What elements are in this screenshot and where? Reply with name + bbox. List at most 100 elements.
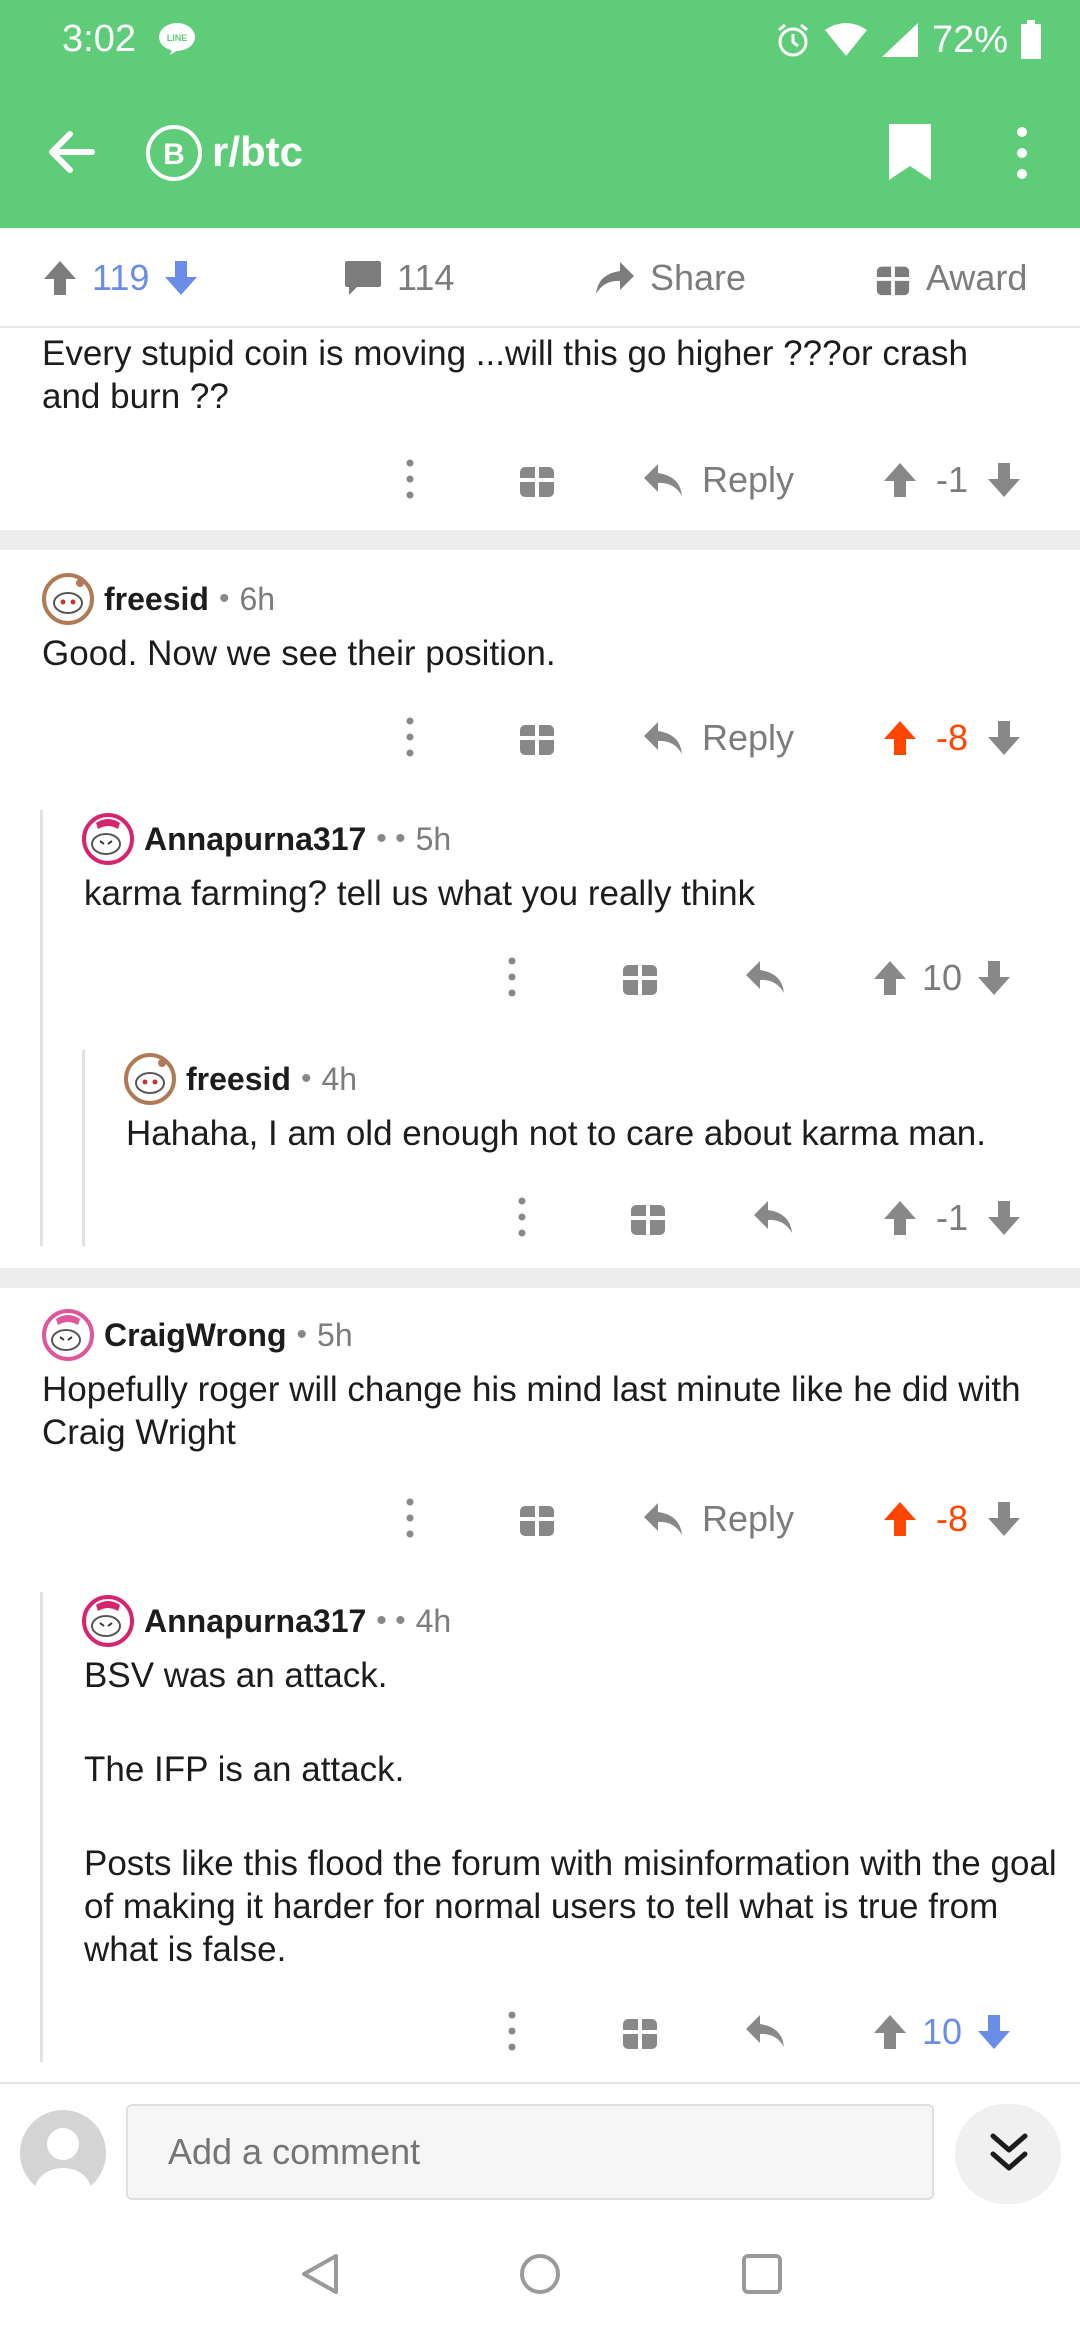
comment-score: -1 — [935, 1197, 968, 1238]
reply-label: Reply — [702, 459, 795, 500]
thread-divider — [0, 530, 1080, 550]
reply-arrow-icon[interactable] — [744, 2013, 786, 2049]
post-vote: 119 — [42, 228, 199, 328]
downvote-icon[interactable] — [986, 461, 1022, 499]
comment-input[interactable] — [126, 2104, 934, 2200]
gift-icon[interactable] — [620, 2011, 660, 2051]
gift-icon — [876, 266, 910, 296]
downvote-icon[interactable] — [976, 2013, 1012, 2051]
comment-count: 114 — [397, 257, 455, 298]
comment-age: 4h — [415, 1602, 452, 1639]
share-arrow-icon — [596, 262, 634, 294]
more-vert-icon[interactable] — [502, 2009, 522, 2053]
status-bar: 3:02 LINE 72% — [0, 0, 1080, 80]
upvote-icon[interactable] — [882, 1500, 918, 1538]
comment-score: 10 — [922, 2011, 963, 2052]
comment-actions: 10 — [0, 1996, 1080, 2066]
award-button[interactable]: Award — [874, 228, 1027, 328]
post-upvote-count: 119 — [92, 257, 150, 298]
upvote-icon[interactable] — [872, 2013, 908, 2051]
more-vert-icon[interactable] — [1000, 122, 1044, 184]
comment-meta: Annapurna317 • • 5h — [82, 813, 451, 865]
upvote-icon[interactable] — [882, 719, 918, 757]
upvote-icon[interactable] — [882, 1199, 918, 1237]
alarm-icon — [777, 23, 808, 57]
avatar[interactable] — [42, 1309, 94, 1361]
downvote-icon[interactable] — [976, 959, 1012, 997]
comment-body: Every stupid coin is moving ...will this… — [42, 334, 968, 416]
award-label: Award — [926, 257, 1028, 298]
comment-body-paragraph: BSV was an attack. — [84, 1656, 388, 1695]
share-label: Share — [650, 257, 747, 298]
reply-arrow-icon — [644, 722, 682, 754]
jump-to-next-button[interactable] — [955, 2104, 1061, 2204]
downvote-icon[interactable] — [986, 1199, 1022, 1237]
gift-icon[interactable] — [620, 957, 660, 997]
battery-percent: 72% — [931, 18, 1008, 61]
username[interactable]: freesid — [186, 1061, 291, 1098]
username[interactable]: Annapurna317 — [144, 1603, 366, 1640]
username[interactable]: freesid — [104, 581, 209, 618]
comment-vote: 10 — [872, 957, 1012, 999]
comment-vote: -1 — [882, 459, 1022, 501]
avatar[interactable] — [124, 1053, 176, 1105]
share-button[interactable]: Share — [594, 228, 746, 328]
comment-meta: Annapurna317 • • 4h — [82, 1595, 452, 1647]
comment-actions: -1 — [0, 1182, 1080, 1252]
back-nav-icon[interactable] — [298, 2252, 342, 2296]
reply-arrow-icon — [644, 1503, 682, 1535]
downvote-icon[interactable] — [986, 1500, 1022, 1538]
upvote-icon[interactable] — [872, 959, 908, 997]
gift-icon[interactable] — [517, 717, 557, 757]
reply-button[interactable]: Reply — [642, 1498, 794, 1540]
username[interactable]: Annapurna317 — [144, 821, 366, 858]
downvote-icon[interactable] — [986, 719, 1022, 757]
comment-body: Good. Now we see their position. — [42, 634, 556, 673]
upvote-icon[interactable] — [882, 461, 918, 499]
comment-meta: freesid • 4h — [124, 1053, 358, 1105]
reply-label: Reply — [702, 717, 795, 758]
more-vert-icon[interactable] — [502, 955, 522, 999]
bitcoin-icon: B — [146, 125, 202, 181]
back-arrow-icon[interactable] — [42, 122, 102, 182]
avatar[interactable] — [42, 573, 94, 625]
comment-body: Hopefully roger will change his mind las… — [42, 1370, 1021, 1452]
recents-nav-icon[interactable] — [740, 2252, 784, 2296]
gift-icon[interactable] — [517, 1498, 557, 1538]
status-time: 3:02 — [62, 18, 136, 60]
more-vert-icon[interactable] — [400, 457, 420, 501]
comment-meta: freesid • 6h — [42, 573, 275, 625]
line-icon: LINE — [159, 23, 195, 55]
avatar[interactable] — [82, 1595, 134, 1647]
comment-body-paragraph: The IFP is an attack. — [84, 1750, 405, 1789]
home-nav-icon[interactable] — [518, 2252, 562, 2296]
downvote-icon[interactable] — [163, 259, 199, 297]
reply-button[interactable]: Reply — [642, 717, 794, 759]
comment-body: karma farming? tell us what you really t… — [84, 874, 756, 913]
comment-age: 4h — [321, 1060, 358, 1097]
more-vert-icon[interactable] — [512, 1195, 532, 1239]
system-nav-bar — [0, 2204, 1080, 2340]
comment-score: -1 — [935, 459, 968, 500]
reply-button[interactable]: Reply — [642, 459, 794, 501]
gift-icon[interactable] — [517, 459, 557, 499]
comments-button[interactable]: 114 — [343, 228, 454, 328]
avatar[interactable] — [82, 813, 134, 865]
user-avatar[interactable] — [20, 2110, 106, 2196]
thread-line — [40, 810, 43, 1246]
reply-arrow-icon[interactable] — [752, 1199, 794, 1235]
gift-icon[interactable] — [628, 1197, 668, 1237]
reply-arrow-icon[interactable] — [744, 959, 786, 995]
svg-text:B: B — [163, 138, 185, 171]
reply-label: Reply — [702, 1498, 795, 1539]
comment-vote: -8 — [882, 1498, 1022, 1540]
username[interactable]: CraigWrong — [104, 1317, 287, 1354]
bookmark-icon[interactable] — [885, 122, 935, 184]
chevron-double-down-icon — [990, 2133, 1028, 2171]
more-vert-icon[interactable] — [400, 715, 420, 759]
upvote-icon[interactable] — [42, 259, 78, 297]
comment-vote: -1 — [882, 1197, 1022, 1239]
more-vert-icon[interactable] — [400, 1496, 420, 1540]
subreddit-name[interactable]: r/btc — [212, 128, 303, 176]
user-avatar-icon — [35, 2128, 91, 2196]
